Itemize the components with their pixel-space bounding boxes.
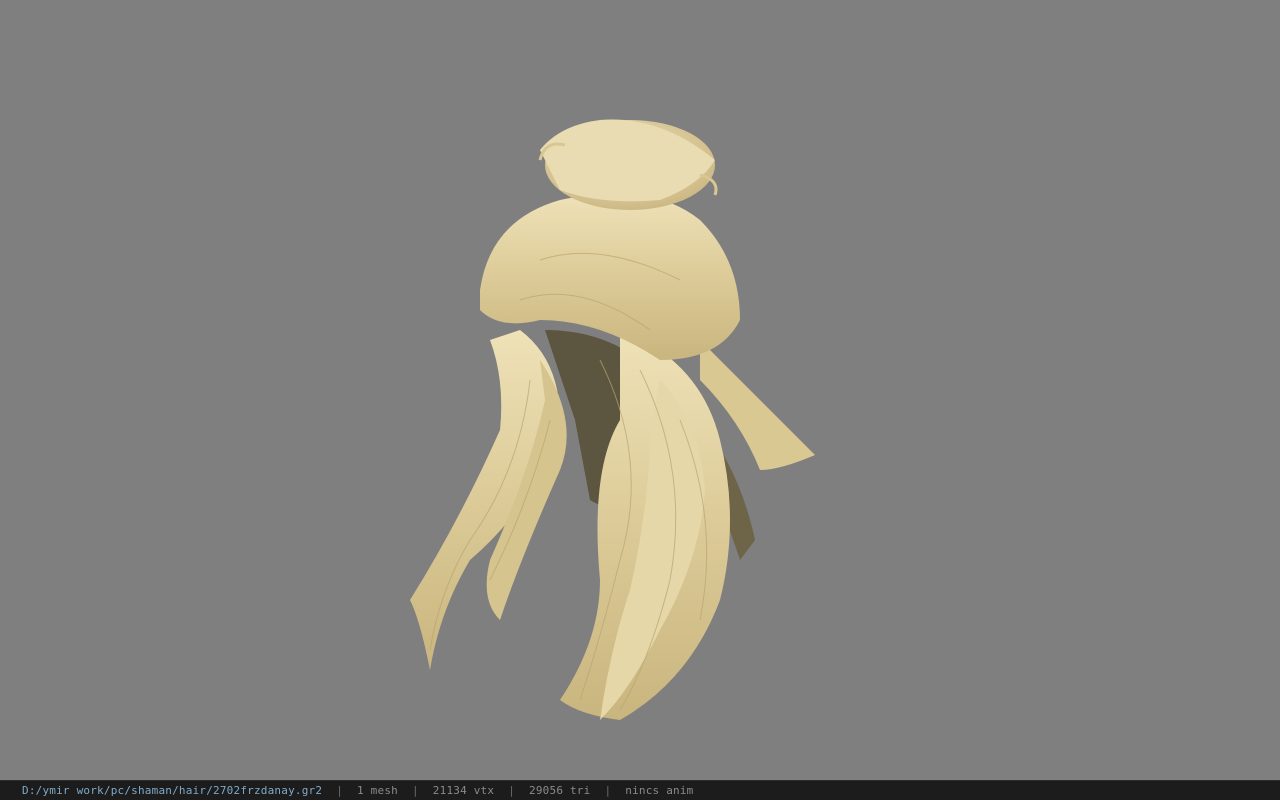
separator: |	[508, 784, 516, 797]
3d-viewport[interactable]	[0, 0, 1280, 780]
vertex-count: 21134 vtx	[432, 784, 495, 797]
separator: |	[411, 784, 419, 797]
file-path: D:/ymir work/pc/shaman/hair/2702frzdanay…	[22, 784, 323, 797]
mesh-count: 1 mesh	[357, 784, 398, 797]
hair-model-render	[410, 119, 815, 720]
separator: |	[336, 784, 344, 797]
status-bar: D:/ymir work/pc/shaman/hair/2702frzdanay…	[0, 780, 1280, 800]
separator: |	[604, 784, 612, 797]
triangle-count: 29056 tri	[529, 784, 591, 797]
animation-status: nincs anim	[625, 784, 694, 797]
